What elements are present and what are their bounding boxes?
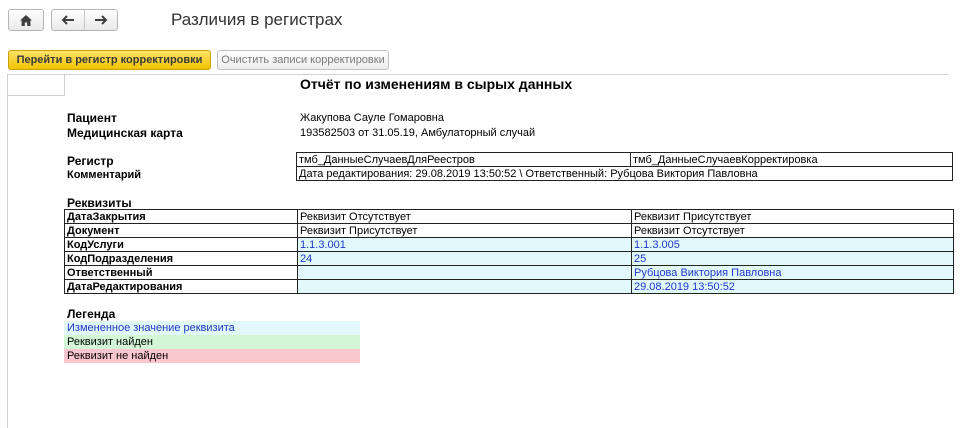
legend-changed: Измененное значение реквизита (64, 321, 360, 335)
legend-not-found: Реквизит не найден (64, 349, 360, 363)
requisite-name-cell[interactable]: Документ (64, 223, 298, 238)
requisite-row: КодПодразделения 24 25 (64, 251, 954, 266)
requisite-name-cell[interactable]: КодУслуги (64, 237, 298, 252)
register-label: Регистр (67, 154, 114, 168)
requisite-row: ДатаЗакрытия Реквизит Отсутствует Реквиз… (64, 209, 954, 224)
requisite-row: КодУслуги 1.1.3.001 1.1.3.005 (64, 237, 954, 252)
home-button[interactable] (8, 9, 44, 31)
document-corner-cell[interactable] (7, 74, 65, 96)
requisites-title: Реквизиты (67, 196, 132, 210)
requisite-left-cell[interactable] (297, 265, 632, 280)
patient-value: Жакупова Сауле Гомаровна (300, 112, 445, 124)
requisite-name-cell[interactable]: Ответственный (64, 265, 298, 280)
requisite-left-cell[interactable]: 24 (297, 251, 632, 266)
home-icon (20, 14, 32, 26)
register-table: тмб_ДанныеСлучаевДляРеестров тмб_ДанныеС… (296, 152, 953, 181)
document-top-border (64, 74, 948, 75)
requisites-table: ДатаЗакрытия Реквизит Отсутствует Реквиз… (64, 209, 954, 294)
report-title: Отчёт по изменениям в сырых данных (300, 76, 573, 92)
requisite-right-cell[interactable]: 1.1.3.005 (631, 237, 954, 252)
medical-card-value: 193582503 от 31.05.19, Амбулаторный случ… (300, 127, 536, 139)
document-left-border (7, 95, 8, 428)
register-left-cell[interactable]: тмб_ДанныеСлучаевДляРеестров (296, 152, 631, 167)
register-right-cell[interactable]: тмб_ДанныеСлучаевКорректировка (630, 152, 953, 167)
requisite-right-cell[interactable]: Рубцова Виктория Павловна (631, 265, 954, 280)
patient-label: Пациент (67, 111, 117, 125)
comment-label: Комментарий (67, 169, 142, 181)
requisite-row: Ответственный Рубцова Виктория Павловна (64, 265, 954, 280)
history-nav (51, 9, 118, 31)
arrow-left-icon (61, 15, 74, 25)
clear-correction-records-button[interactable]: Очистить записи корректировки (217, 50, 389, 70)
requisite-right-cell[interactable]: Реквизит Отсутствует (631, 223, 954, 238)
window-title: Различия в регистрах (171, 10, 343, 29)
legend-found: Реквизит найден (64, 335, 360, 349)
comment-cell[interactable]: Дата редактирования: 29.08.2019 13:50:52… (296, 166, 953, 181)
requisite-left-cell[interactable]: Реквизит Отсутствует (297, 209, 632, 224)
requisite-right-cell[interactable]: 25 (631, 251, 954, 266)
medical-card-label: Медицинская карта (67, 126, 183, 140)
legend-title: Легенда (67, 307, 116, 321)
requisite-left-cell[interactable]: 1.1.3.001 (297, 237, 632, 252)
goto-correction-register-button[interactable]: Перейти в регистр корректировки (8, 50, 211, 70)
requisite-row: Документ Реквизит Присутствует Реквизит … (64, 223, 954, 238)
requisite-left-cell[interactable]: Реквизит Присутствует (297, 223, 632, 238)
requisite-row: ДатаРедактирования 29.08.2019 13:50:52 (64, 279, 954, 294)
requisite-name-cell[interactable]: ДатаЗакрытия (64, 209, 298, 224)
back-button[interactable] (52, 10, 84, 30)
requisite-left-cell[interactable] (297, 279, 632, 294)
requisite-right-cell[interactable]: 29.08.2019 13:50:52 (631, 279, 954, 294)
arrow-right-icon (95, 15, 108, 25)
requisite-name-cell[interactable]: ДатаРедактирования (64, 279, 298, 294)
requisite-name-cell[interactable]: КодПодразделения (64, 251, 298, 266)
forward-button[interactable] (84, 10, 117, 30)
requisite-right-cell[interactable]: Реквизит Присутствует (631, 209, 954, 224)
